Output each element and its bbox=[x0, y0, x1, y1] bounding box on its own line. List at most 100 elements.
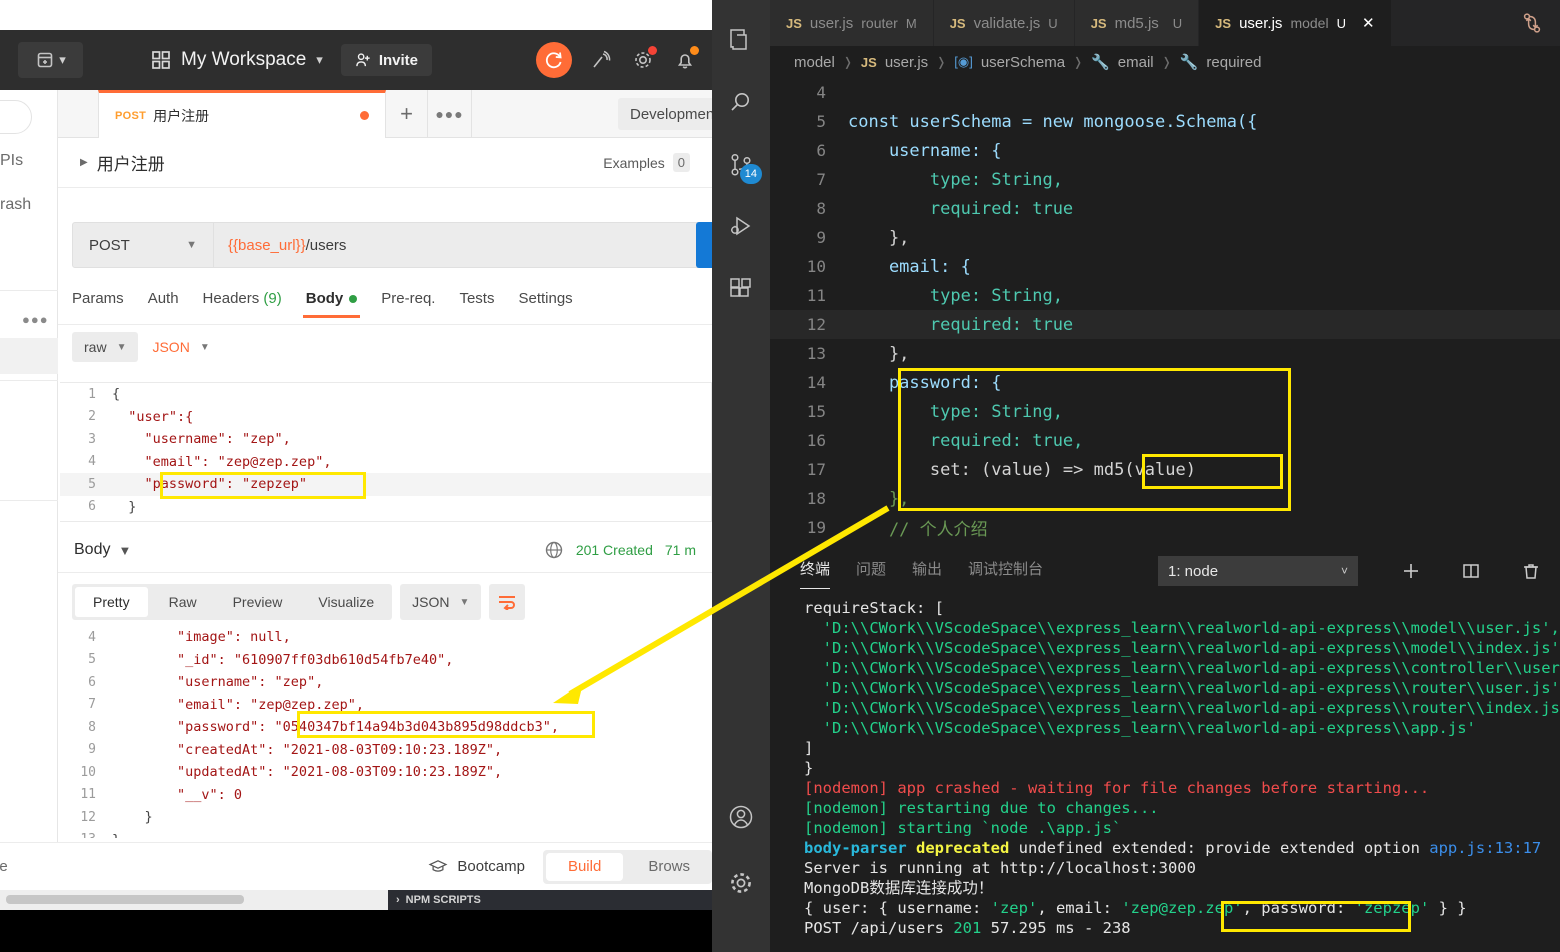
notifications-button[interactable] bbox=[672, 46, 699, 73]
chevron-down-icon[interactable]: ▾ bbox=[316, 52, 323, 68]
tab-preview[interactable]: Preview bbox=[215, 584, 301, 620]
tab-params[interactable]: Params bbox=[72, 290, 124, 315]
terminal-output[interactable]: requireStack: [ 'D:\\CWork\\VScodeSpace\… bbox=[770, 594, 1560, 952]
invite-button[interactable]: Invite bbox=[340, 44, 433, 76]
sync-button[interactable] bbox=[536, 42, 572, 78]
activity-item-source-control[interactable]: 14 bbox=[712, 134, 770, 196]
request-body-editor[interactable]: 1{ 2 "user":{ 3 "username": "zep", 4 "em… bbox=[60, 382, 712, 522]
response-body-viewer[interactable]: 4 "image": null, 5 "_id": "610907ff03db6… bbox=[60, 626, 712, 838]
breadcrumb-required[interactable]: required bbox=[1206, 54, 1261, 71]
word-wrap-icon bbox=[499, 596, 516, 610]
line-number: 13 bbox=[806, 344, 826, 363]
send-button[interactable] bbox=[696, 222, 712, 268]
tab-subpath: model bbox=[1290, 15, 1329, 31]
sidebar-selected-row[interactable] bbox=[0, 338, 58, 374]
activity-item-search[interactable] bbox=[712, 72, 770, 134]
url-input[interactable]: {{base_url}}/users bbox=[214, 222, 712, 268]
code-line: 8 required: true bbox=[770, 194, 1560, 223]
sidebar-item-apis[interactable]: PIs bbox=[0, 152, 23, 170]
split-terminal-button[interactable] bbox=[1454, 554, 1488, 588]
tab-git-status: U bbox=[1172, 15, 1183, 31]
request-tab[interactable]: POST 用户注册 bbox=[98, 90, 386, 138]
broadcast-button[interactable] bbox=[588, 47, 614, 73]
panel-tab-problems[interactable]: 问题 bbox=[856, 558, 886, 585]
url-variable: {{base_url}} bbox=[228, 236, 306, 254]
tab-validate-js[interactable]: JS validate.js U bbox=[933, 0, 1075, 46]
code-line: 7 type: String, bbox=[770, 165, 1560, 194]
tab-raw[interactable]: Raw bbox=[151, 584, 215, 620]
breadcrumb-model[interactable]: model bbox=[794, 54, 835, 71]
new-button[interactable]: ▾ bbox=[18, 42, 83, 78]
kill-terminal-button[interactable] bbox=[1514, 554, 1548, 588]
close-icon[interactable]: ✕ bbox=[1362, 14, 1375, 32]
tab-auth[interactable]: Auth bbox=[148, 290, 179, 315]
tab-md5-js[interactable]: JS md5.js U bbox=[1074, 0, 1200, 46]
breadcrumb-file[interactable]: user.js bbox=[885, 54, 928, 71]
tab-prerequest[interactable]: Pre-req. bbox=[381, 290, 435, 315]
terminal-instance-select[interactable]: 1: node ˅ bbox=[1158, 556, 1358, 586]
browse-button[interactable]: Brows bbox=[626, 850, 712, 884]
code-line: 12 } bbox=[60, 806, 712, 829]
line-number: 4 bbox=[88, 629, 96, 645]
response-time: 71 m bbox=[664, 542, 696, 558]
settings-button[interactable] bbox=[630, 46, 657, 73]
build-browse-toggle: Build Brows bbox=[542, 849, 712, 884]
word-wrap-button[interactable] bbox=[489, 584, 526, 620]
line-text: "username": "zep", bbox=[112, 431, 291, 448]
method-select[interactable]: POST ▼ bbox=[72, 222, 214, 268]
environment-selector[interactable]: Development bbox=[618, 98, 712, 130]
response-format-select[interactable]: JSON ▼ bbox=[400, 584, 482, 620]
body-type-select[interactable]: raw ▼ bbox=[72, 332, 139, 362]
new-terminal-button[interactable] bbox=[1394, 554, 1428, 588]
invite-label: Invite bbox=[378, 51, 419, 69]
tab-pretty[interactable]: Pretty bbox=[75, 587, 148, 617]
activity-item-extensions[interactable] bbox=[712, 258, 770, 320]
line-number: 9 bbox=[816, 228, 826, 247]
horizontal-scrollbar[interactable] bbox=[6, 895, 244, 904]
add-tab-button[interactable]: + bbox=[386, 90, 428, 138]
panel-tab-debug-console[interactable]: 调试控制台 bbox=[968, 558, 1043, 585]
sub-tabs-divider bbox=[58, 324, 712, 325]
sidebar-item-trash[interactable]: rash bbox=[0, 196, 31, 214]
line-text: required: true bbox=[848, 314, 1074, 335]
tab-settings[interactable]: Settings bbox=[518, 290, 572, 315]
bootcamp-button[interactable]: Bootcamp bbox=[428, 858, 525, 875]
terminal-line: 'D:\\CWork\\VScodeSpace\\express_learn\\… bbox=[804, 699, 1560, 717]
activity-item-run-debug[interactable] bbox=[712, 196, 770, 258]
panel-tab-terminal[interactable]: 终端 bbox=[800, 558, 831, 589]
npm-scripts-panel[interactable]: › NPM SCRIPTS bbox=[388, 890, 712, 910]
breadcrumb-email[interactable]: email bbox=[1118, 54, 1154, 71]
response-format-label: JSON bbox=[412, 594, 450, 610]
tab-user-js-model[interactable]: JS user.js model U ✕ bbox=[1199, 0, 1392, 46]
tab-git-status: M bbox=[905, 15, 917, 31]
terminal-line: Server is running at http://localhost:30… bbox=[804, 859, 1196, 877]
examples-label[interactable]: Examples bbox=[603, 155, 664, 171]
tab-user-js-router[interactable]: JS user.js router M bbox=[770, 0, 934, 46]
tab-visualize[interactable]: Visualize bbox=[300, 584, 392, 620]
sidebar-pill[interactable] bbox=[0, 100, 32, 134]
activity-item-manage[interactable] bbox=[712, 852, 770, 914]
chevron-down-icon[interactable]: ▼ bbox=[118, 543, 131, 558]
url-bar: POST ▼ {{base_url}}/users bbox=[72, 222, 712, 268]
breadcrumb-symbol[interactable]: userSchema bbox=[981, 54, 1065, 71]
terminal-line: [nodemon] app crashed - waiting for file… bbox=[804, 779, 1430, 797]
tab-body[interactable]: Body bbox=[302, 290, 360, 318]
tabbar-actions[interactable] bbox=[1504, 0, 1560, 46]
line-number: 10 bbox=[80, 764, 96, 780]
terminal-line: 'D:\\CWork\\VScodeSpace\\express_learn\\… bbox=[804, 639, 1560, 657]
breadcrumb[interactable]: model ❭ JS user.js ❭ [◉] userSchema ❭ 🔧 … bbox=[770, 46, 1560, 78]
code-editor[interactable]: 4 5 const userSchema = new mongoose.Schem… bbox=[770, 78, 1560, 546]
activity-item-account[interactable] bbox=[712, 786, 770, 848]
tab-headers[interactable]: Headers (9) bbox=[203, 290, 282, 315]
line-text: } bbox=[112, 809, 153, 826]
build-button[interactable]: Build bbox=[545, 852, 624, 881]
body-format-select[interactable]: JSON ▼ bbox=[146, 332, 215, 362]
workspace-switcher[interactable]: My Workspace ▾ bbox=[151, 49, 323, 71]
triangle-right-icon[interactable]: ▶ bbox=[80, 157, 88, 168]
ellipsis-icon[interactable]: ●●● bbox=[22, 312, 49, 327]
panel-tab-output[interactable]: 输出 bbox=[912, 558, 942, 585]
tab-tests[interactable]: Tests bbox=[459, 290, 494, 315]
chevron-down-icon: ▼ bbox=[186, 239, 197, 251]
tab-options-button[interactable]: ●●● bbox=[428, 90, 472, 138]
activity-item-explorer[interactable] bbox=[712, 10, 770, 72]
